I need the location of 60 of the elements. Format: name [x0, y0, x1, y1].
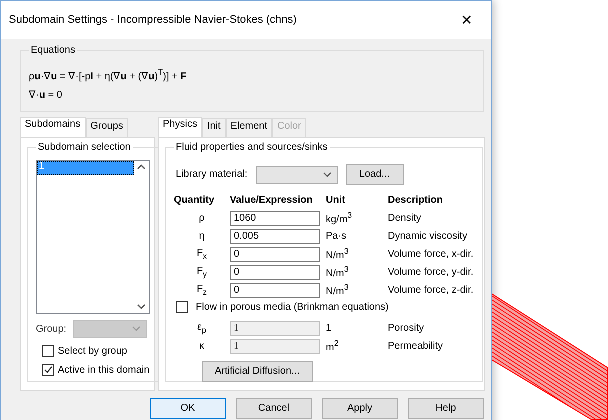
column-header: Description — [388, 194, 444, 206]
tab[interactable]: Element — [226, 118, 272, 138]
quantity-symbol: F$_{x}$ — [196, 248, 208, 261]
quantity-symbol: κ — [198, 340, 206, 352]
caret-icon — [132, 326, 141, 332]
unit-label: kg/m$^{3}$ — [326, 211, 354, 226]
group-title: Subdomain selection — [37, 142, 132, 154]
window-title: Subdomain Settings - Incompressible Navier-Stokes (chns) — [9, 14, 297, 26]
description-label: Porosity — [388, 322, 426, 334]
value-field[interactable]: 0.005 — [230, 228, 320, 244]
quantity-symbol: ε$_{p}$ — [196, 322, 208, 335]
equation: ∇·u = 0 — [29, 89, 64, 102]
column-header: Quantity — [174, 194, 216, 206]
checkbox-label: Active in this domain — [58, 364, 150, 376]
tab[interactable]: Groups — [86, 118, 128, 138]
quantity-symbol: η — [198, 230, 206, 242]
artificial-diffusion-button[interactable]: Artificial Diffusion... — [202, 361, 313, 382]
checkbox[interactable] — [42, 364, 54, 376]
unit-label: N/m$^{3}$ — [326, 265, 350, 280]
unit-label: N/m$^{3}$ — [326, 247, 350, 262]
close-button[interactable]: ✕ — [455, 10, 479, 30]
library-label: Library material: — [176, 169, 248, 180]
value-field[interactable]: 0 — [230, 246, 320, 262]
checkbox-label: Select by group — [58, 346, 128, 357]
group-label: Group: — [36, 324, 67, 335]
tab[interactable]: Subdomains — [20, 117, 86, 138]
unit-label: N/m$^{3}$ — [326, 283, 350, 298]
checkbox[interactable] — [42, 345, 54, 358]
scroll-down-icon[interactable] — [136, 304, 146, 310]
scroll-up-icon[interactable] — [136, 164, 146, 170]
tab[interactable]: Physics — [158, 117, 202, 138]
description-label: Volume force, x-dir. — [388, 248, 474, 260]
dialog-button[interactable]: Apply — [322, 398, 398, 420]
column-header: Value/Expression — [230, 194, 314, 206]
unit-label: m$^{2}$ — [326, 339, 340, 354]
description-label: Density — [388, 212, 422, 224]
quantity-symbol: F$_{y}$ — [196, 266, 208, 279]
checkbox-label: Flow in porous media (Brinkman equations) — [196, 302, 389, 313]
description-label: Volume force, y-dir. — [388, 266, 474, 278]
group-title: Fluid properties and sources/sinks — [175, 142, 329, 154]
group-title: Equations — [30, 45, 76, 56]
caret-icon — [322, 172, 332, 178]
value-field[interactable]: 1060 — [230, 210, 320, 226]
value-field[interactable]: 0 — [230, 282, 320, 298]
quantity-symbol: F$_{z}$ — [196, 284, 208, 297]
unit-label: 1 — [326, 322, 333, 334]
unit-label: Pa·s — [326, 230, 348, 242]
quantity-symbol: ρ — [198, 212, 206, 224]
description-label: Permeability — [388, 340, 444, 352]
dialog-button[interactable]: Help — [408, 398, 484, 420]
value-field[interactable]: 0 — [230, 264, 320, 280]
dialog-button[interactable]: OK — [150, 398, 226, 420]
description-label: Volume force, z-dir. — [388, 284, 474, 296]
load-button[interactable]: Load... — [346, 164, 404, 186]
description-label: Dynamic viscosity — [388, 230, 468, 242]
column-header: Unit — [326, 194, 346, 206]
dialog-button[interactable]: Cancel — [236, 398, 312, 420]
tab[interactable]: Init — [202, 118, 226, 138]
checkbox[interactable] — [176, 301, 188, 314]
equation: ρu·∇u = ∇·[-pI + η(∇u + (∇u)$^{T}$)] + F — [29, 67, 188, 82]
